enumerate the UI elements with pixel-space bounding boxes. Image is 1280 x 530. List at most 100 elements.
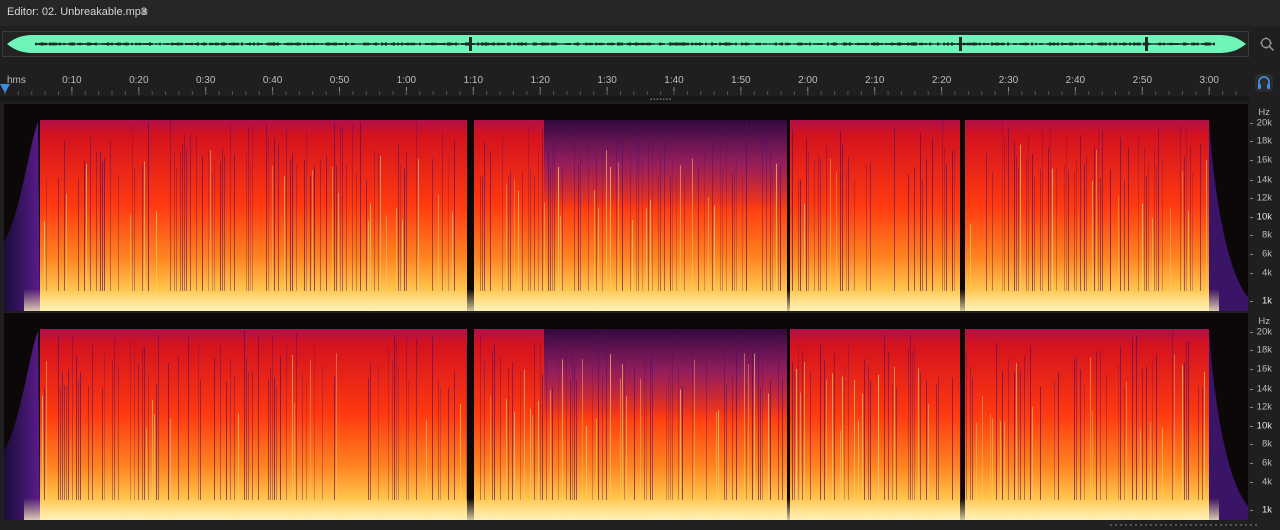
overview-waveform-line	[117, 42, 119, 46]
spectrogram-streak	[454, 139, 455, 291]
overview-waveform-line	[421, 43, 423, 45]
spectrogram-streak	[802, 351, 803, 500]
spectrogram-highlight	[1206, 159, 1207, 311]
overview-waveform-line	[971, 42, 973, 46]
frequency-label: 20k	[1256, 326, 1272, 338]
spectrogram-streak	[148, 373, 149, 500]
time-ruler[interactable]: 0:10 0:20 0:30 0:40 0:50 1:00 1:10 1:20 1:30 1:40…	[0, 71, 1250, 96]
spectrogram-streak	[258, 336, 259, 500]
overview-waveform-line	[443, 42, 445, 46]
hamburger-menu-icon[interactable]: ≡	[141, 5, 148, 19]
grip-dot	[1120, 524, 1122, 526]
frequency-label: 12k	[1256, 401, 1272, 413]
spectrogram-streak	[668, 376, 669, 500]
spectrogram-streak	[346, 165, 347, 291]
overview-waveform-line	[1165, 43, 1167, 45]
spectrogram-streak	[490, 151, 491, 291]
spectrogram-left-channel[interactable]	[4, 104, 1248, 311]
spectrogram-streak	[102, 161, 103, 291]
scrollbar-grip[interactable]	[1110, 524, 1260, 527]
overview-waveform-line	[365, 42, 367, 46]
spectrogram-streak	[144, 347, 145, 500]
spectrogram-streak	[1156, 354, 1157, 500]
divider-grip-icon[interactable]: ▪▪▪▪▪▪▪	[650, 97, 672, 103]
zoom-navigator-icon[interactable]	[1259, 36, 1275, 52]
spectrogram-streak	[286, 128, 287, 291]
frequency-tick	[1250, 300, 1253, 302]
overview-waveform-line	[301, 43, 303, 45]
overview-waveform-line	[43, 42, 45, 46]
overview-waveform-line	[965, 42, 967, 46]
overview-waveform-line	[1077, 43, 1079, 45]
overview-waveform-line	[599, 42, 601, 46]
spectrogram-streak	[392, 360, 393, 500]
editor-title: Editor: 02. Unbreakable.mp3	[7, 6, 148, 18]
time-tick-label: 2:50	[1132, 75, 1153, 86]
overview-waveform-line	[185, 42, 187, 46]
overview-waveform-line	[1107, 43, 1109, 45]
frequency-label: 8k	[1261, 438, 1272, 450]
overview-waveform-line	[465, 42, 467, 46]
spectrogram-right-channel[interactable]	[4, 313, 1248, 520]
grip-dot	[1225, 524, 1227, 526]
spectrogram-streak	[936, 384, 937, 500]
overview-waveform-line	[453, 43, 455, 45]
spectrogram-streak	[932, 137, 933, 291]
spectrogram-streak	[888, 352, 889, 500]
spectrogram-streak	[884, 334, 885, 500]
overview-waveform-line	[911, 42, 913, 46]
overview-waveform-line	[1057, 42, 1059, 46]
overview-waveform-line	[1067, 43, 1069, 45]
spectrogram-streak	[616, 125, 617, 291]
overview-waveform-line	[927, 43, 929, 45]
spectrogram-streak	[798, 179, 799, 291]
spectrogram-highlight	[418, 159, 419, 311]
overview-waveform-line	[841, 43, 843, 45]
overview-waveform-line	[847, 43, 849, 45]
overview-waveform-line	[715, 43, 717, 45]
spectrogram-streak	[1084, 164, 1085, 291]
overview-waveform[interactable]	[2, 31, 1249, 57]
spectrogram-streak	[78, 380, 79, 500]
overview-transient	[959, 37, 962, 51]
overview-waveform-line	[663, 43, 665, 45]
overview-waveform-line	[793, 43, 795, 45]
overview-waveform-line	[907, 42, 909, 46]
spectrogram-streak	[322, 365, 323, 500]
overview-waveform-line	[843, 42, 845, 46]
spectrogram-streak	[912, 350, 913, 500]
overview-waveform-line	[1105, 42, 1107, 46]
overview-waveform-line	[849, 42, 851, 46]
frequency-label: 20k	[1256, 117, 1272, 129]
overview-waveform-line	[473, 43, 475, 45]
spectrogram-streak	[670, 174, 671, 291]
spectrogram-streak	[782, 378, 783, 500]
overview-waveform-line	[387, 43, 389, 45]
overview-waveform-line	[585, 42, 587, 46]
overview-waveform-line	[397, 42, 399, 46]
spectrogram-streak	[1146, 176, 1147, 291]
headphones-icon[interactable]	[1255, 74, 1273, 92]
overview-waveform-line	[779, 42, 781, 46]
horizontal-scrollbar[interactable]	[0, 521, 1280, 530]
overview-waveform-line	[71, 42, 73, 46]
spectrogram-streak	[142, 346, 143, 500]
overview-waveform-line	[937, 42, 939, 46]
overview-waveform-line	[1109, 42, 1111, 46]
spectrogram-streak	[510, 170, 511, 291]
spectrogram-streak	[572, 336, 573, 500]
overview-waveform-line	[659, 42, 661, 46]
spectrogram-segment	[790, 120, 960, 311]
spectrogram-streak	[1186, 341, 1187, 500]
spectrogram-streak	[660, 149, 661, 291]
spectrogram-streak	[698, 166, 699, 291]
overview-waveform-line	[919, 42, 921, 46]
overview-waveform-line	[55, 42, 57, 46]
spectrogram-streak	[622, 139, 623, 291]
overview-waveform-line	[897, 42, 899, 46]
playhead-marker[interactable]	[0, 84, 10, 93]
panel-divider[interactable]	[0, 96, 1250, 102]
overview-waveform-line	[1213, 42, 1215, 46]
grip-dot	[1255, 524, 1257, 526]
spectrogram-streak	[868, 365, 869, 500]
